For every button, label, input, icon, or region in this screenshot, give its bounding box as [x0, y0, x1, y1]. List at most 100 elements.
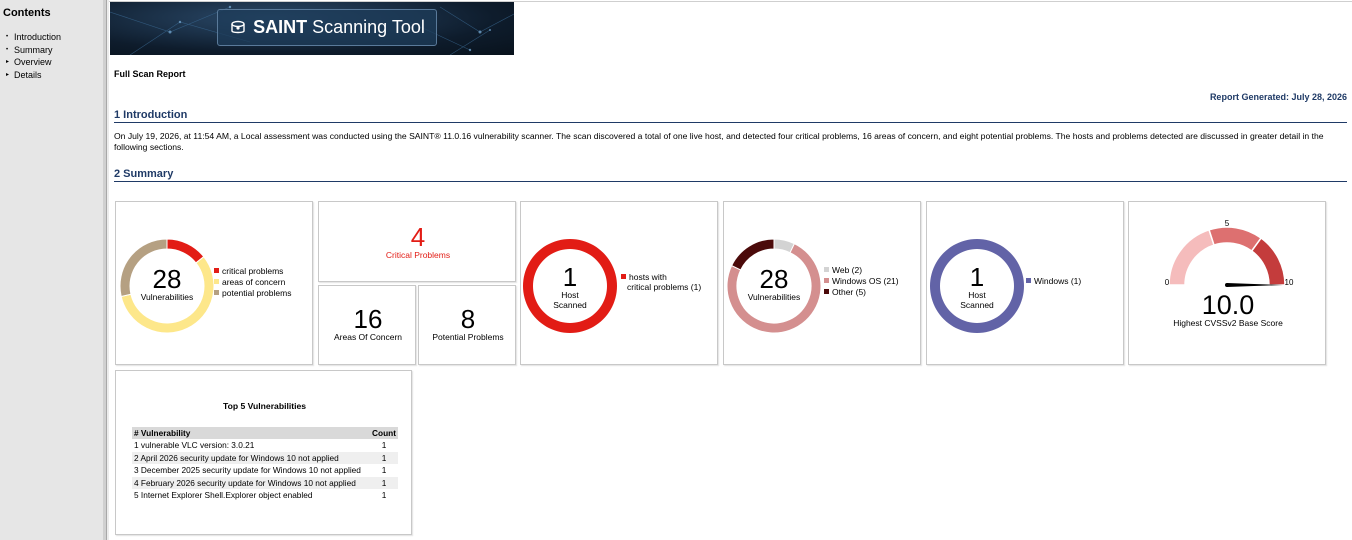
- severity-legend: critical problems areas of concern poten…: [214, 266, 291, 299]
- vulnerability-category-label: Vulnerabilities: [747, 292, 801, 302]
- report-type: Full Scan Report: [114, 69, 186, 79]
- legend-label: Other (5): [832, 287, 867, 297]
- cvss-score-value: 10.0: [1201, 290, 1255, 320]
- sidebar-item-label: Overview: [14, 57, 52, 67]
- donut-center: 1 Host Scanned: [927, 264, 1027, 310]
- donut-center: 1 Host Scanned: [520, 264, 620, 310]
- areas-of-concern-panel: 16 Areas Of Concern: [318, 285, 416, 365]
- vulnerability-name: 3 December 2025 security update for Wind…: [134, 465, 361, 476]
- expand-triangle-icon: ▸: [6, 59, 10, 66]
- sidebar-item-summary[interactable]: • Summary: [6, 44, 61, 57]
- gauge-band-medium: [1208, 226, 1263, 253]
- critical-swatch: [621, 274, 626, 279]
- critical-swatch: [214, 268, 219, 273]
- cvss-score-panel: 0 5 10 10.0 Highest CVSSv2 Base Score: [1128, 201, 1326, 365]
- sidebar-item-details[interactable]: ▸ Details: [6, 69, 61, 82]
- windows-swatch: [1026, 278, 1031, 283]
- vulnerability-category-total: 28: [759, 264, 789, 294]
- vulnerability-count: 1: [381, 440, 387, 451]
- vulnerability-count: 1: [370, 476, 398, 489]
- table-row: 4 February 2026 security update for Wind…: [132, 476, 398, 489]
- vulnerability-name: 2 April 2026 security update for Windows…: [132, 451, 371, 464]
- vulnerability-total: 28: [152, 264, 182, 294]
- sidebar-item-label: Introduction: [14, 32, 62, 42]
- donut-center: 28 Vulnerabilities: [117, 266, 217, 302]
- areas-of-concern-stat: 16 Areas Of Concern: [319, 306, 417, 342]
- sidebar-item-introduction[interactable]: • Introduction: [6, 31, 61, 44]
- hosts-os-count: 1: [969, 262, 985, 292]
- expand-triangle-icon: ▸: [6, 71, 10, 78]
- banner-brand: SAINT: [253, 17, 308, 37]
- sidebar-item-label: Summary: [14, 44, 53, 55]
- donut-segment-critical: [166, 238, 205, 264]
- vulnerability-name: 4 February 2026 security update for Wind…: [132, 476, 371, 489]
- vulnerability-total-label: Vulnerabilities: [140, 292, 194, 302]
- bullet-icon: •: [6, 34, 9, 41]
- gauge-min-label: 0: [1165, 278, 1170, 287]
- sidebar-item-label: Details: [14, 69, 42, 80]
- legend-label: Windows (1): [1034, 276, 1082, 286]
- vulnerability-count: 1: [381, 465, 387, 476]
- legend-label: Windows OS (21): [832, 276, 899, 286]
- sidebar-nav: • Introduction • Summary ▸ Overview ▸ Detail…: [6, 31, 61, 81]
- web-swatch: [824, 267, 829, 272]
- hosts-scanned-label-line2: Scanned: [553, 300, 587, 310]
- vulnerability-count: 1: [370, 451, 398, 464]
- gauge-max-label: 10: [1285, 278, 1294, 287]
- legend-item-critical: critical problems: [214, 266, 291, 277]
- saint-logo-icon: [231, 20, 245, 33]
- hosts-os-label-line2: Scanned: [960, 300, 994, 310]
- potential-problems-count: 8: [460, 304, 476, 334]
- legend-item-windows: Windows (1): [1026, 276, 1081, 287]
- critical-problems-label: Critical Problems: [385, 250, 451, 260]
- concern-swatch: [214, 279, 219, 284]
- legend-item-concern: areas of concern: [214, 277, 291, 288]
- sidebar-item-overview[interactable]: ▸ Overview: [6, 56, 61, 69]
- hosts-critical-panel: 1 Host Scanned hosts with critical probl…: [520, 201, 718, 365]
- hosts-critical-legend: hosts with critical problems (1): [621, 272, 701, 292]
- top-vulnerabilities-panel: Top 5 Vulnerabilities # Vulnerability Co…: [115, 370, 412, 535]
- hosts-scanned-count: 1: [562, 262, 578, 292]
- legend-label: potential problems: [222, 288, 292, 298]
- table-header-row: # Vulnerability Count: [132, 427, 398, 439]
- report-content: SAINT Scanning Tool Full Scan Report Rep…: [109, 0, 1352, 540]
- report-generated-date: Report Generated: July 28, 2026: [1209, 92, 1347, 102]
- legend-label: critical problems: [222, 266, 284, 276]
- legend-item-potential: potential problems: [214, 288, 291, 299]
- areas-of-concern-label: Areas Of Concern: [333, 332, 403, 342]
- hosts-os-panel: 1 Host Scanned Windows (1): [926, 201, 1124, 365]
- legend-label: areas of concern: [222, 277, 286, 287]
- gauge-mid-label: 5: [1225, 219, 1230, 228]
- legend-item-other: Other (5): [824, 287, 899, 298]
- top-vulnerabilities-title: Top 5 Vulnerabilities: [222, 401, 307, 411]
- sidebar-title: Contents: [3, 7, 51, 19]
- table-row: 2 April 2026 security update for Windows…: [132, 451, 398, 464]
- vulnerability-name: 1 vulnerable VLC version: 3.0.21: [134, 440, 255, 451]
- critical-problems-count: 4: [410, 222, 426, 252]
- legend-label: hosts with: [629, 272, 667, 282]
- bullet-icon: •: [6, 46, 9, 53]
- potential-problems-panel: 8 Potential Problems: [418, 285, 516, 365]
- column-header-vulnerability: # Vulnerability: [132, 427, 371, 439]
- gauge-segments: [1168, 226, 1286, 286]
- legend-label-continued: critical problems (1): [627, 282, 702, 292]
- gauge-pivot: [1225, 283, 1229, 287]
- section-heading-summary: 2 Summary: [114, 168, 1347, 182]
- vulnerability-count: 1: [381, 490, 387, 501]
- table-row: 3 December 2025 security update for Wind…: [132, 464, 398, 477]
- windows-swatch: [824, 278, 829, 283]
- legend-item-windows-os: Windows OS (21): [824, 276, 899, 287]
- legend-item-web: Web (2): [824, 265, 899, 276]
- introduction-text: On July 19, 2026, at 11:54 AM, a Local a…: [114, 131, 1324, 152]
- column-header-count: Count: [370, 427, 398, 439]
- banner-title-plate: SAINT Scanning Tool: [217, 9, 437, 46]
- banner-title: SAINT Scanning Tool: [253, 17, 425, 38]
- sidebar: Contents • Introduction • Summary ▸ Overvie…: [0, 0, 107, 540]
- vulnerability-category-panel: 28 Vulnerabilities Web (2) Windows OS (2…: [723, 201, 921, 365]
- legend-item-hosts-critical: hosts with: [621, 272, 701, 282]
- legend-label: Web (2): [832, 265, 863, 275]
- potential-problems-label: Potential Problems: [432, 332, 504, 342]
- cvss-score-readout: 10.0 Highest CVSSv2 Base Score: [1129, 290, 1327, 329]
- vulnerability-name: 5 Internet Explorer Shell.Explorer objec…: [134, 490, 313, 501]
- hosts-scanned-label-line1: Host: [561, 290, 579, 300]
